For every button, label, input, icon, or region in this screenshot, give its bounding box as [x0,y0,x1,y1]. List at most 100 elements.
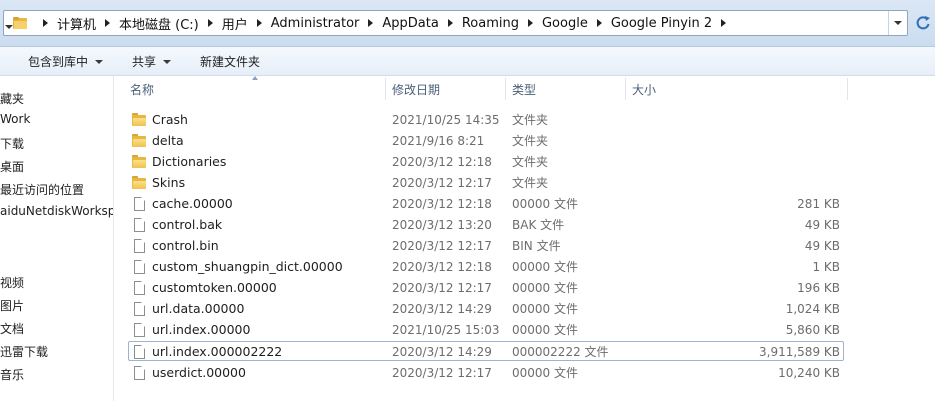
file-size: 10,240 KB [778,365,840,380]
file-date: 2020/3/12 12:18 [392,196,492,211]
nav-item-recent-places[interactable]: 最近访问的位置 [0,181,84,198]
nav-item-work[interactable]: Work [0,112,30,126]
file-row[interactable]: customtoken.00000 2020/3/12 12:17 00000 … [114,277,935,298]
nav-item-documents[interactable]: 文档 [0,320,24,337]
file-row[interactable]: cache.00000 2020/3/12 12:18 00000 文件 281… [114,193,935,214]
new-folder-button[interactable]: 新建文件夹 [200,53,260,70]
command-bar: 包含到库中 共享 新建文件夹 [0,47,935,76]
share-button[interactable]: 共享 [132,53,172,70]
file-row[interactable]: delta 2021/9/16 8:21 文件夹 [114,130,935,151]
file-icon [130,277,148,298]
column-header-type[interactable]: 类型 [512,76,622,102]
file-row[interactable]: url.data.00000 2020/3/12 14:29 00000 文件 … [114,298,935,319]
breadcrumb-arrow-icon[interactable] [207,19,213,27]
address-dropdown-button[interactable] [888,11,907,35]
breadcrumb-administrator[interactable]: Administrator [271,16,360,31]
file-size: 49 KB [804,217,840,232]
file-date: 2020/3/12 12:18 [392,259,492,274]
file-icon [130,214,148,235]
column-header-size-label: 大小 [632,82,657,97]
breadcrumb-appdata[interactable]: AppData [382,16,438,31]
file-size [714,130,840,151]
file-type: 00000 文件 [512,197,578,211]
breadcrumb-local-disk[interactable]: 本地磁盘 (C:) [119,14,199,33]
file-icon [130,341,148,362]
file-size: 1,024 KB [785,301,840,316]
file-type: 文件夹 [512,155,549,169]
column-divider[interactable] [625,78,626,100]
breadcrumb-arrow-icon[interactable] [256,19,262,27]
column-header-type-label: 类型 [512,82,537,97]
breadcrumb-arrow-icon[interactable] [368,19,374,27]
file-date: 2020/3/12 14:29 [392,301,492,316]
file-size: 5,860 KB [785,322,840,337]
file-row[interactable]: custom_shuangpin_dict.00000 2020/3/12 12… [114,256,935,277]
breadcrumb-arrow-icon[interactable] [721,19,727,27]
folder-icon [130,172,148,193]
new-folder-label: 新建文件夹 [200,55,261,69]
breadcrumb-arrow-icon[interactable] [43,19,48,27]
breadcrumb-arrow-icon[interactable] [447,19,453,27]
file-name: customtoken.00000 [152,280,277,295]
file-type: 00000 文件 [512,323,578,337]
breadcrumb-roaming[interactable]: Roaming [462,16,519,31]
file-row[interactable]: control.bak 2020/3/12 13:20 BAK 文件 49 KB [114,214,935,235]
nav-item-music[interactable]: 音乐 [0,366,24,383]
file-size [714,109,840,130]
column-header-name[interactable]: 名称 [130,76,380,102]
nav-item-videos[interactable]: 视频 [0,274,24,291]
nav-item-netdisk[interactable]: aiduNetdiskWorksp [0,204,113,218]
breadcrumb-computer[interactable]: 计算机 [57,14,96,33]
file-row[interactable]: userdict.00000 2020/3/12 12:17 00000 文件 … [114,362,935,383]
folder-icon [130,151,148,172]
refresh-button[interactable] [913,13,933,33]
navigation-pane: 藏夹 Work 下载 桌面 最近访问的位置 aiduNetdiskWorksp … [0,76,114,401]
file-icon [130,193,148,214]
nav-item-thunder-downloads[interactable]: 迅雷下载 [0,343,48,360]
column-header-date[interactable]: 修改日期 [392,76,502,102]
file-date: 2020/3/12 12:17 [392,175,492,190]
file-date: 2020/3/12 12:17 [392,238,492,253]
breadcrumb-google[interactable]: Google [542,16,588,31]
include-in-library-label: 包含到库中 [28,55,89,69]
address-bar[interactable]: 计算机 本地磁盘 (C:) 用户 Administrator AppData R… [3,10,908,36]
file-row[interactable]: Dictionaries 2020/3/12 12:18 文件夹 [114,151,935,172]
file-date: 2020/3/12 12:18 [392,154,492,169]
file-date: 2020/3/12 14:29 [392,344,492,359]
file-type: 00000 文件 [512,302,578,316]
file-size [714,151,840,172]
file-name: url.index.00000 [152,322,251,337]
file-row[interactable]: url.index.00000 2021/10/25 15:03 00000 文… [114,319,935,340]
breadcrumb-arrow-icon[interactable] [105,19,111,27]
file-row[interactable]: Skins 2020/3/12 12:17 文件夹 [114,172,935,193]
file-type: 00000 文件 [512,260,578,274]
column-header-size[interactable]: 大小 [632,76,832,102]
breadcrumb-arrow-icon[interactable] [596,19,602,27]
file-icon [130,319,148,340]
file-name: cache.00000 [152,196,233,211]
file-date: 2021/10/25 15:03 [392,322,500,337]
file-type: 文件夹 [512,176,549,190]
include-in-library-button[interactable]: 包含到库中 [28,53,104,70]
nav-item-desktop[interactable]: 桌面 [0,158,24,175]
file-row[interactable]: Crash 2021/10/25 14:35 文件夹 [114,109,935,130]
file-name: Dictionaries [152,154,227,169]
address-bar-area: 计算机 本地磁盘 (C:) 用户 Administrator AppData R… [0,0,935,47]
nav-item-favorites[interactable]: 藏夹 [0,90,24,107]
nav-item-pictures[interactable]: 图片 [0,297,24,314]
file-row-selected[interactable]: url.index.000002222 2020/3/12 14:29 0000… [114,341,935,362]
file-type: 000002222 文件 [512,345,609,359]
breadcrumb-google-pinyin[interactable]: Google Pinyin 2 [611,16,712,31]
breadcrumb-users[interactable]: 用户 [222,14,248,33]
column-divider[interactable] [847,78,848,100]
column-divider[interactable] [505,78,506,100]
chevron-down-icon [163,59,172,64]
column-divider[interactable] [385,78,386,100]
file-row[interactable]: control.bin 2020/3/12 12:17 BIN 文件 49 KB [114,235,935,256]
file-icon [130,298,148,319]
breadcrumb-arrow-icon[interactable] [527,19,533,27]
chevron-down-icon [894,21,902,25]
nav-item-downloads[interactable]: 下载 [0,135,24,152]
folder-icon [130,130,148,151]
file-name: delta [152,133,184,148]
